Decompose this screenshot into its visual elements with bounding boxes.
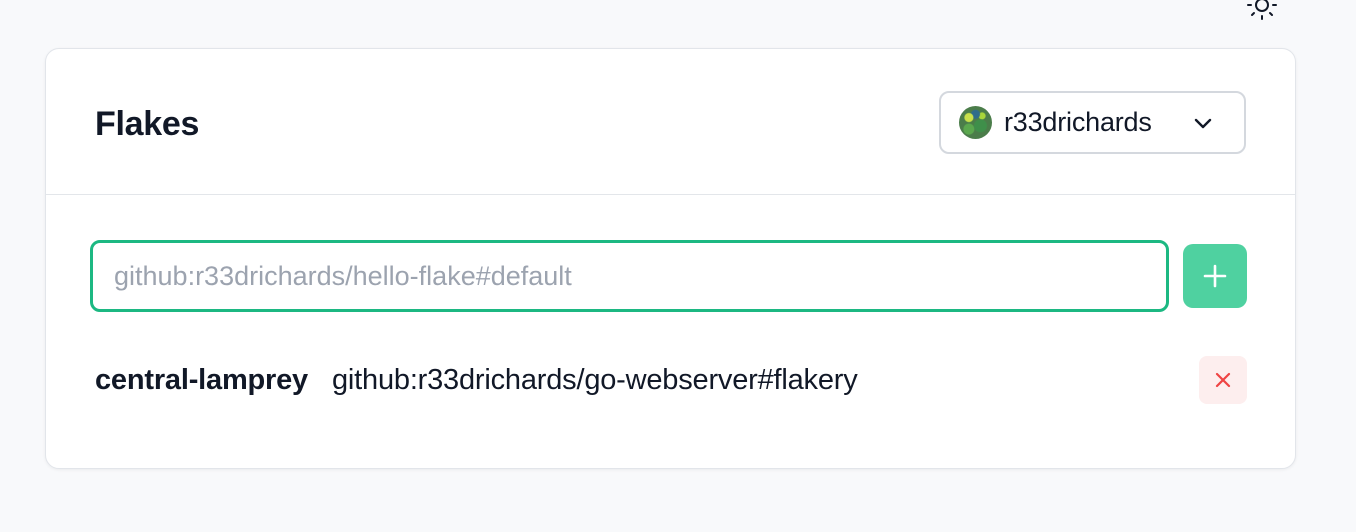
username-label: r33drichards <box>1004 107 1152 137</box>
flake-name: central-lamprey <box>95 363 308 396</box>
page-title: Flakes <box>95 105 200 143</box>
flake-url-input[interactable] <box>90 240 1169 312</box>
list-item: central-lamprey github:r33drichards/go-w… <box>95 355 1247 405</box>
user-select-dropdown[interactable]: r33drichards <box>939 91 1246 154</box>
plus-icon <box>1203 264 1227 288</box>
flakes-card: Flakes r33drichards central-lamprey gith… <box>45 48 1296 469</box>
theme-toggle-button[interactable] <box>1244 0 1280 20</box>
sun-icon <box>1247 0 1277 20</box>
card-header: Flakes r33drichards <box>46 49 1295 195</box>
flake-ref: github:r33drichards/go-webserver#flakery <box>332 363 858 396</box>
chevron-down-icon <box>1192 112 1214 134</box>
avatar <box>959 106 992 139</box>
add-flake-button[interactable] <box>1183 244 1247 308</box>
delete-flake-button[interactable] <box>1199 356 1247 404</box>
add-flake-row <box>90 240 1247 312</box>
close-icon <box>1215 372 1231 388</box>
